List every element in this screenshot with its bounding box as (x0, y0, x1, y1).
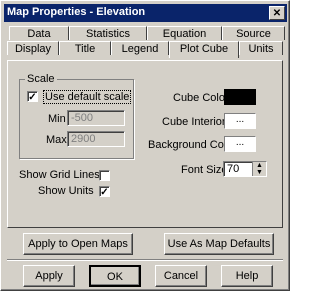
tab-source[interactable]: Source (222, 26, 285, 40)
font-size-label: Font Size (181, 164, 228, 176)
cancel-button[interactable]: Cancel (155, 265, 207, 287)
min-input[interactable]: -500 (67, 110, 125, 126)
use-default-scale-label: Use default scale (43, 90, 132, 104)
max-label: Max (46, 134, 67, 146)
cube-color-label: Cube Color (173, 92, 229, 104)
tab-data[interactable]: Data (9, 26, 69, 40)
use-default-scale-checkbox[interactable]: ✓ (27, 91, 38, 103)
help-button[interactable]: Help (221, 265, 273, 287)
tab-plot-cube[interactable]: Plot Cube (169, 41, 239, 58)
cube-interior-label: Cube Interior (162, 116, 226, 128)
window-title: Map Properties - Elevation (7, 6, 146, 18)
font-size-input[interactable]: 70 ▲ ▼ (223, 161, 267, 177)
close-button[interactable]: ✕ (269, 6, 285, 20)
background-color-label: Background Color (148, 139, 237, 151)
show-grid-lines-label: Show Grid Lines (19, 169, 100, 181)
tab-equation[interactable]: Equation (147, 26, 222, 40)
tab-title[interactable]: Title (59, 41, 111, 55)
title-bar: Map Properties - Elevation ✕ (4, 4, 287, 22)
min-label: Min (48, 113, 66, 125)
show-grid-lines-checkbox[interactable] (99, 170, 110, 181)
apply-to-open-maps-button[interactable]: Apply to Open Maps (23, 233, 133, 255)
scale-group-label: Scale (25, 73, 57, 85)
show-units-checkbox[interactable]: ✓ (99, 186, 110, 198)
tab-display[interactable]: Display (7, 41, 59, 55)
dialog-window: Map Properties - Elevation ✕ Data Statis… (0, 0, 290, 291)
tab-statistics[interactable]: Statistics (69, 26, 147, 40)
use-as-map-defaults-button[interactable]: Use As Map Defaults (164, 233, 274, 255)
cube-color-swatch[interactable] (224, 89, 256, 105)
background-color-button[interactable]: ... (224, 136, 256, 152)
max-input[interactable]: 2900 (67, 131, 125, 147)
font-size-spinner[interactable]: ▲ ▼ (252, 162, 266, 176)
tab-units[interactable]: Units (239, 41, 283, 55)
separator (7, 259, 283, 261)
tab-legend[interactable]: Legend (111, 41, 169, 55)
apply-button[interactable]: Apply (23, 265, 75, 287)
cube-interior-button[interactable]: ... (224, 113, 256, 129)
ok-button[interactable]: OK (89, 265, 141, 287)
show-units-label: Show Units (38, 185, 94, 197)
font-size-value: 70 (227, 163, 240, 175)
